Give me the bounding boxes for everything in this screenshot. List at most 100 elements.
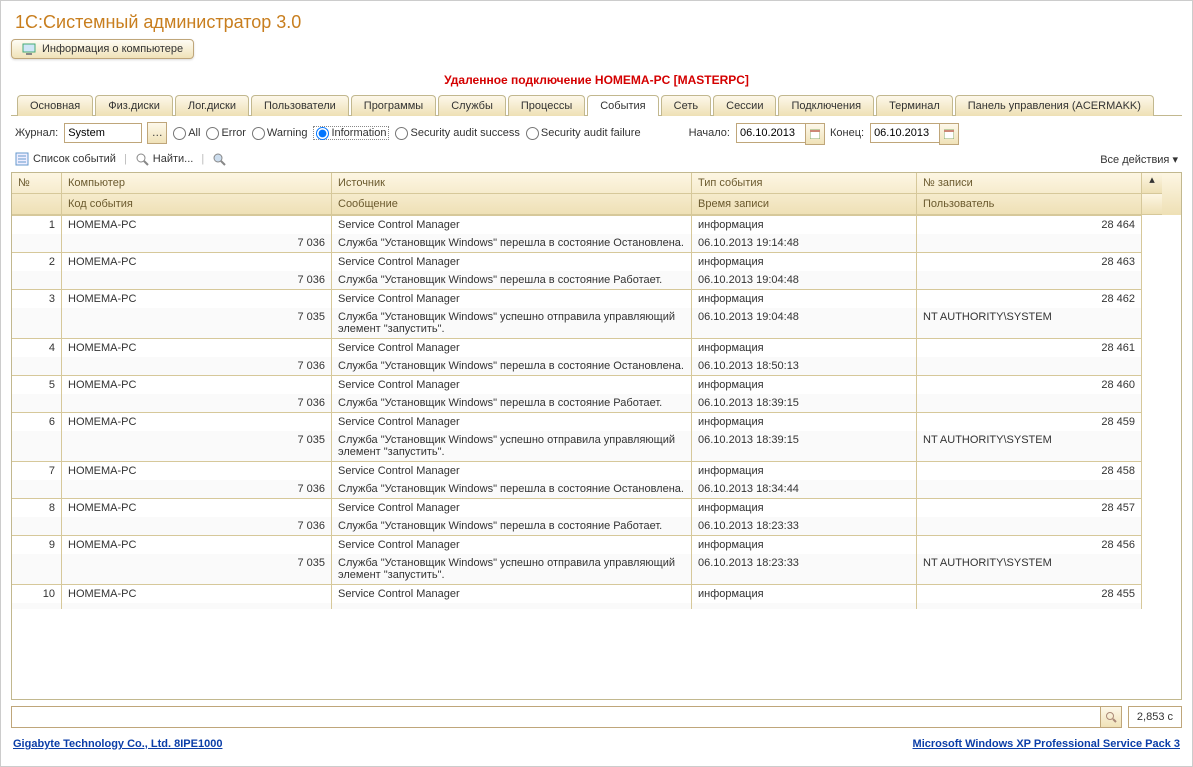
cell-record-id: 28 459	[917, 412, 1142, 431]
col-number[interactable]: №	[12, 173, 62, 194]
calendar-icon[interactable]	[805, 123, 825, 145]
table-row-detail[interactable]	[12, 603, 1181, 609]
radio-information[interactable]: Information	[313, 126, 389, 140]
cell-message: Служба "Установщик Windows" перешла в со…	[332, 357, 692, 375]
table-row-detail[interactable]: 7 036Служба "Установщик Windows" перешла…	[12, 357, 1181, 375]
events-grid: № Компьютер Источник Тип события № запис…	[11, 172, 1182, 700]
table-row-detail[interactable]: 7 036Служба "Установщик Windows" перешла…	[12, 234, 1181, 252]
radio-security-audit-failure[interactable]: Security audit failure	[526, 127, 641, 139]
cell-user	[917, 394, 1142, 412]
scroll-up-icon[interactable]: ▴	[1142, 173, 1162, 194]
bottom-search-input[interactable]	[12, 708, 1100, 726]
table-row[interactable]: 8HOMEMA-PCService Control Managerинформа…	[12, 498, 1181, 517]
tab-процессы[interactable]: Процессы	[508, 95, 585, 116]
journal-input[interactable]	[64, 123, 142, 143]
cell-code: 7 035	[62, 308, 332, 338]
bottom-search-button[interactable]	[1100, 707, 1121, 727]
tab-события[interactable]: События	[587, 95, 658, 116]
search-icon	[135, 152, 149, 166]
footer-left-link[interactable]: Gigabyte Technology Co., Ltd. 8IPE1000	[13, 738, 222, 750]
footer-right-link[interactable]: Microsoft Windows XP Professional Servic…	[913, 738, 1180, 750]
tab-физ.диски[interactable]: Физ.диски	[95, 95, 173, 116]
cell-number: 4	[12, 338, 62, 357]
table-row[interactable]: 6HOMEMA-PCService Control Managerинформа…	[12, 412, 1181, 431]
table-row-detail[interactable]: 7 035Служба "Установщик Windows" успешно…	[12, 431, 1181, 461]
find-button[interactable]: Найти...	[135, 152, 194, 166]
tab-службы[interactable]: Службы	[438, 95, 506, 116]
cell-computer: HOMEMA-PC	[62, 461, 332, 480]
col-event-type[interactable]: Тип события	[692, 173, 917, 194]
col-event-code[interactable]: Код события	[62, 194, 332, 215]
grid-body[interactable]: 1HOMEMA-PCService Control Managerинформа…	[12, 215, 1181, 699]
cell-message: Служба "Установщик Windows" успешно отпр…	[332, 554, 692, 584]
table-row[interactable]: 10HOMEMA-PCService Control Managerинформ…	[12, 584, 1181, 603]
all-actions-label: Все действия	[1100, 154, 1169, 166]
col-source[interactable]: Источник	[332, 173, 692, 194]
cell-source: Service Control Manager	[332, 252, 692, 271]
tab-программы[interactable]: Программы	[351, 95, 436, 116]
table-row[interactable]: 7HOMEMA-PCService Control Managerинформа…	[12, 461, 1181, 480]
cell-event-type: информация	[692, 412, 917, 431]
col-time[interactable]: Время записи	[692, 194, 917, 215]
cell-event-type: информация	[692, 535, 917, 554]
grid-header: № Компьютер Источник Тип события № запис…	[12, 173, 1181, 215]
cell-time: 06.10.2013 19:04:48	[692, 308, 917, 338]
computer-info-button[interactable]: Информация о компьютере	[11, 39, 194, 59]
remote-connection-title: Удаленное подключение HOMEMA-PC [MASTERP…	[11, 73, 1182, 87]
cell-number: 3	[12, 289, 62, 308]
cell-user	[917, 517, 1142, 535]
cell-source: Service Control Manager	[332, 584, 692, 603]
col-empty	[12, 194, 62, 215]
tab-терминал[interactable]: Терминал	[876, 95, 953, 116]
col-user[interactable]: Пользователь	[917, 194, 1142, 215]
calendar-icon[interactable]	[939, 123, 959, 145]
cell-number: 9	[12, 535, 62, 554]
cell-event-type: информация	[692, 215, 917, 234]
radio-error[interactable]: Error	[206, 127, 245, 139]
cell-code	[62, 603, 332, 609]
list-icon	[15, 152, 29, 166]
table-row[interactable]: 4HOMEMA-PCService Control Managerинформа…	[12, 338, 1181, 357]
cell-code: 7 035	[62, 431, 332, 461]
radio-warning[interactable]: Warning	[252, 127, 308, 139]
cell-event-type: информация	[692, 375, 917, 394]
table-row[interactable]: 5HOMEMA-PCService Control Managerинформа…	[12, 375, 1181, 394]
table-row[interactable]: 3HOMEMA-PCService Control Managerинформа…	[12, 289, 1181, 308]
radio-all[interactable]: All	[173, 127, 200, 139]
col-computer[interactable]: Компьютер	[62, 173, 332, 194]
table-row[interactable]: 9HOMEMA-PCService Control Managerинформа…	[12, 535, 1181, 554]
cell-event-type: информация	[692, 498, 917, 517]
cell-message: Служба "Установщик Windows" перешла в со…	[332, 234, 692, 252]
tab-сессии[interactable]: Сессии	[713, 95, 776, 116]
cell-code: 7 036	[62, 517, 332, 535]
tab-основная[interactable]: Основная	[17, 95, 93, 116]
table-row-detail[interactable]: 7 036Служба "Установщик Windows" перешла…	[12, 394, 1181, 412]
table-row[interactable]: 1HOMEMA-PCService Control Managerинформа…	[12, 215, 1181, 234]
cell-code: 7 036	[62, 234, 332, 252]
zoom-button[interactable]	[212, 152, 226, 166]
tab-сеть[interactable]: Сеть	[661, 95, 711, 116]
all-actions-dropdown[interactable]: Все действия ▾	[1100, 153, 1178, 166]
tab-подключения[interactable]: Подключения	[778, 95, 874, 116]
cell-time: 06.10.2013 18:39:15	[692, 394, 917, 412]
magnifier-icon	[212, 152, 226, 166]
col-record-id[interactable]: № записи	[917, 173, 1142, 194]
table-row[interactable]: 2HOMEMA-PCService Control Managerинформа…	[12, 252, 1181, 271]
cell-source: Service Control Manager	[332, 215, 692, 234]
tab-панель управления (acermakk)[interactable]: Панель управления (ACERMAKK)	[955, 95, 1154, 116]
radio-security-audit-success[interactable]: Security audit success	[395, 127, 519, 139]
cell-record-id: 28 456	[917, 535, 1142, 554]
cell-event-type: информация	[692, 252, 917, 271]
table-row-detail[interactable]: 7 036Служба "Установщик Windows" перешла…	[12, 271, 1181, 289]
table-row-detail[interactable]: 7 035Служба "Установщик Windows" успешно…	[12, 554, 1181, 584]
table-row-detail[interactable]: 7 036Служба "Установщик Windows" перешла…	[12, 480, 1181, 498]
cell-message	[332, 603, 692, 609]
journal-select-button[interactable]: …	[147, 122, 167, 144]
table-row-detail[interactable]: 7 035Служба "Установщик Windows" успешно…	[12, 308, 1181, 338]
bottom-search-field[interactable]	[11, 706, 1122, 728]
event-list-button[interactable]: Список событий	[15, 152, 116, 166]
tab-лог.диски[interactable]: Лог.диски	[175, 95, 249, 116]
col-message[interactable]: Сообщение	[332, 194, 692, 215]
tab-пользователи[interactable]: Пользователи	[251, 95, 349, 116]
table-row-detail[interactable]: 7 036Служба "Установщик Windows" перешла…	[12, 517, 1181, 535]
